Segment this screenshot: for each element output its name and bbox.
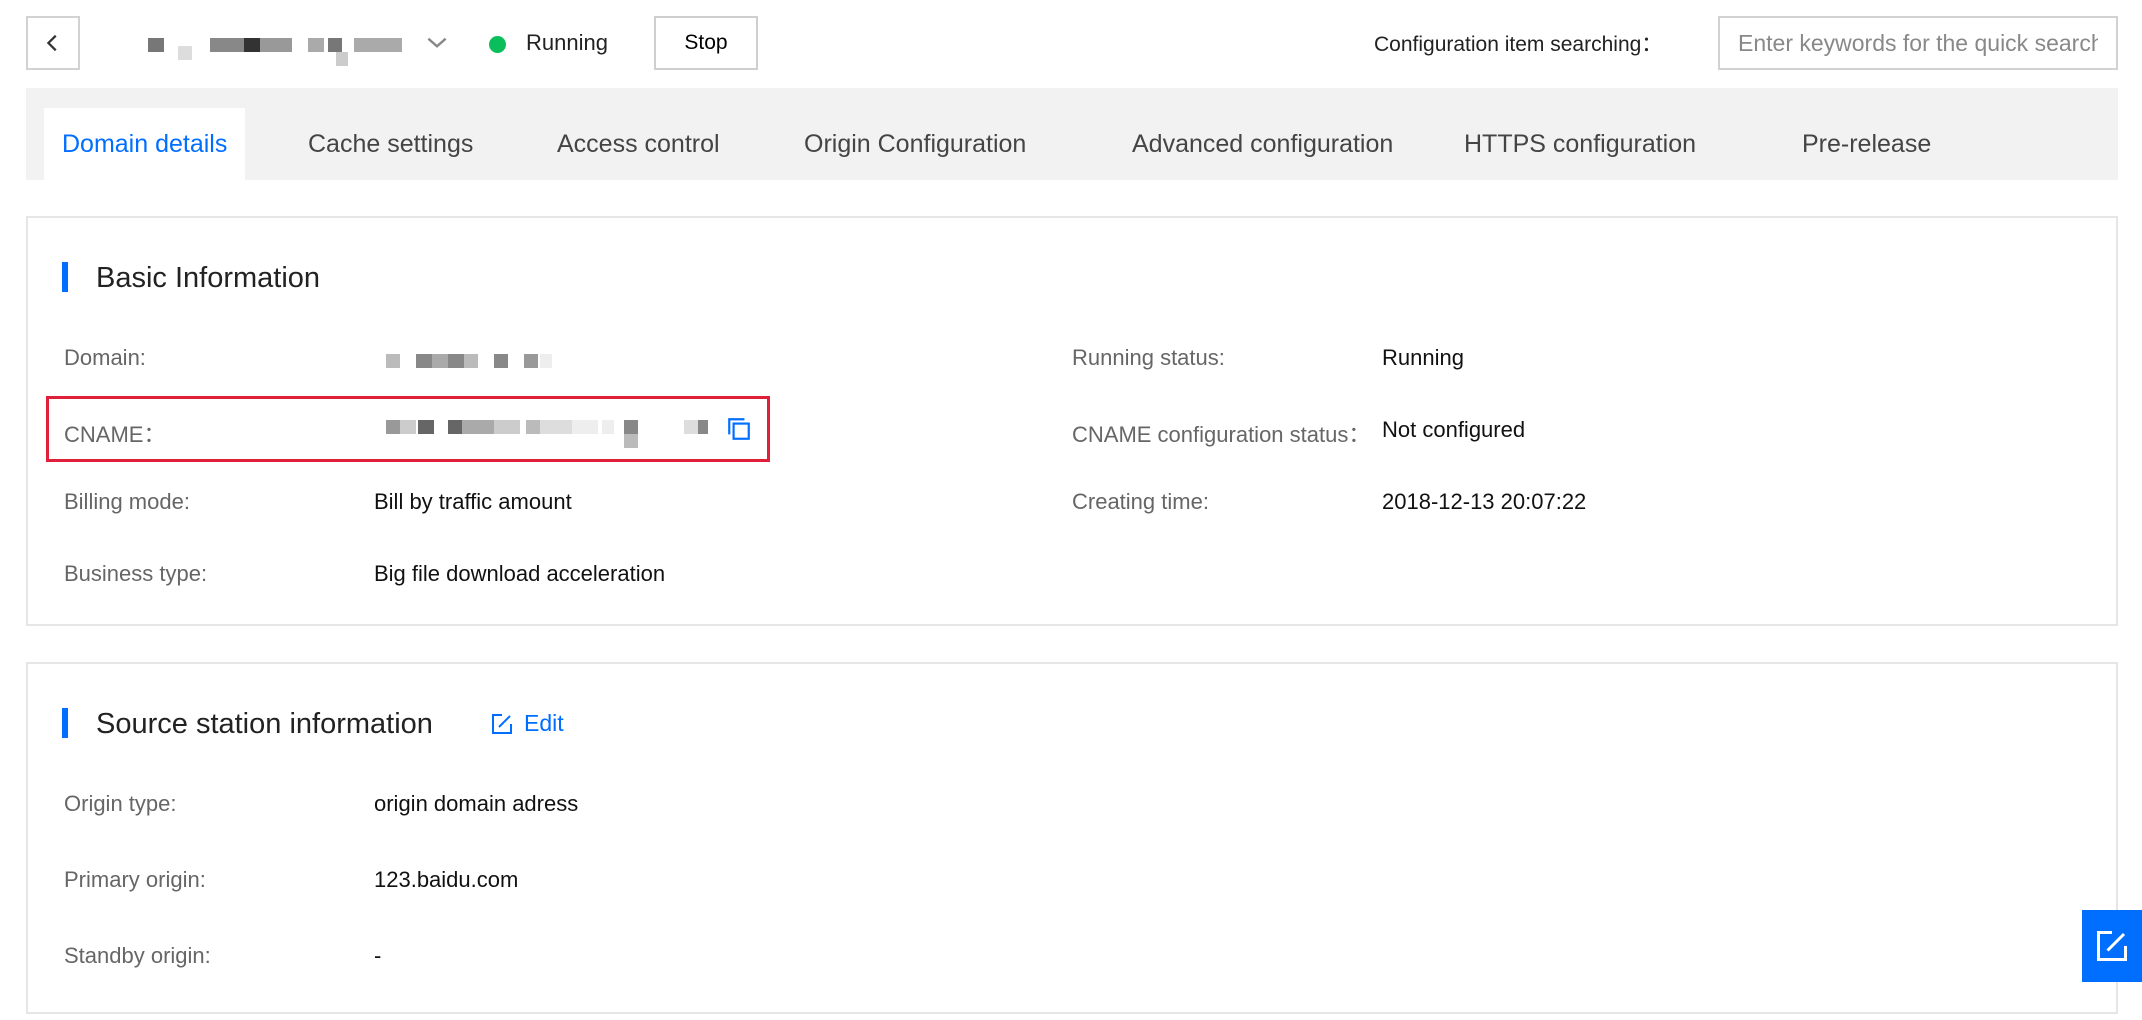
running-status-text: Running: [526, 30, 608, 55]
tab-cache-settings[interactable]: Cache settings: [290, 108, 491, 180]
redacted-domain-text: [140, 26, 410, 66]
cname-status-value: Not configured: [1382, 417, 1526, 442]
section-marker: [62, 262, 68, 292]
feedback-button[interactable]: [2082, 910, 2142, 982]
search-label: Configuration item searching：: [1374, 33, 1663, 56]
tab-bar: Domain details Cache settings Access con…: [26, 88, 2118, 180]
basic-information-title: Basic Information: [96, 262, 321, 294]
edit-icon: [492, 713, 512, 734]
billing-mode-label: Billing mode:: [64, 489, 190, 514]
tab-https-configuration[interactable]: HTTPS configuration: [1446, 108, 1714, 180]
running-status-label: Running status:: [1072, 345, 1225, 370]
billing-mode-value: Bill by traffic amount: [374, 489, 572, 514]
tab-origin-configuration[interactable]: Origin Configuration: [786, 108, 1044, 180]
domain-selector[interactable]: [140, 26, 450, 66]
origin-type-label: Origin type:: [64, 791, 177, 816]
origin-type-value: origin domain adress: [374, 791, 579, 816]
feedback-icon: [2097, 931, 2127, 961]
business-type-label: Business type:: [64, 561, 208, 586]
tab-domain-details[interactable]: Domain details: [44, 108, 246, 180]
tab-access-control[interactable]: Access control: [539, 108, 738, 180]
primary-origin-value: 123.baidu.com: [374, 867, 519, 892]
creating-time-value: 2018-12-13 20:07:22: [1382, 489, 1587, 514]
standby-origin-value: -: [374, 943, 382, 968]
domain-label: Domain:: [64, 345, 146, 370]
edit-label: Edit: [524, 710, 564, 736]
redacted-cname-value: [384, 416, 724, 450]
tab-pre-release[interactable]: Pre-release: [1784, 108, 1949, 180]
standby-origin-label: Standby origin:: [64, 943, 211, 968]
redacted-domain-value: [384, 350, 584, 374]
config-search-input[interactable]: [1718, 16, 2118, 70]
copy-icon[interactable]: [726, 416, 752, 442]
creating-time-label: Creating time:: [1072, 489, 1209, 514]
back-button[interactable]: [26, 16, 80, 70]
cname-status-label: CNAME configuration status：: [1072, 422, 1371, 447]
tab-advanced-configuration[interactable]: Advanced configuration: [1114, 108, 1411, 180]
back-icon: [46, 34, 57, 52]
cname-label: CNAME：: [64, 422, 166, 447]
running-status-dot: [489, 36, 506, 53]
primary-origin-label: Primary origin:: [64, 867, 206, 892]
business-type-value: Big file download acceleration: [374, 561, 666, 586]
stop-button[interactable]: Stop: [654, 16, 758, 70]
source-station-title: Source station information: [96, 708, 433, 740]
section-marker: [62, 708, 68, 738]
edit-source-button[interactable]: Edit: [490, 710, 564, 737]
chevron-down-icon: [427, 37, 447, 48]
top-bar: Running Stop Configuration item searchin…: [0, 0, 2142, 88]
running-status-value: Running: [1382, 345, 1464, 370]
